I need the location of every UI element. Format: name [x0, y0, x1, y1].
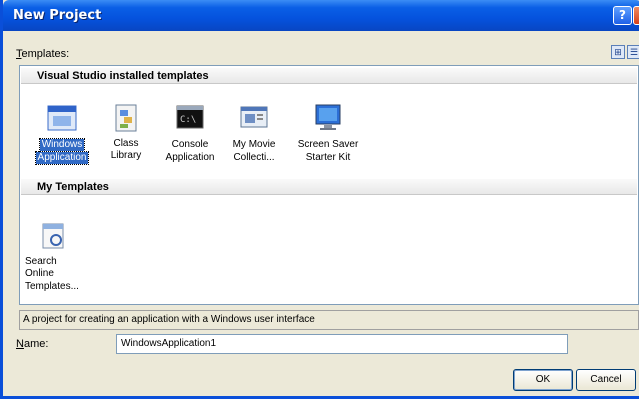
template-description: A project for creating an application wi…	[19, 310, 639, 330]
template-label-line2: Templates...	[25, 281, 79, 292]
class-library-icon	[110, 102, 142, 134]
close-button[interactable]: ×	[633, 6, 639, 25]
console-app-icon: C:\	[174, 102, 206, 134]
template-label-line1: Windows	[38, 138, 86, 152]
group-header-installed: Visual Studio installed templates	[21, 68, 637, 84]
large-icons-view-button[interactable]: ⊞	[611, 45, 625, 59]
template-screen-saver[interactable]: Screen Saver Starter Kit	[295, 102, 361, 164]
project-name-input[interactable]: WindowsApplication1	[116, 334, 568, 354]
template-class-library[interactable]: Class Library	[97, 102, 155, 162]
small-icons-view-button[interactable]: ☰	[627, 45, 639, 59]
name-label: Name:	[16, 338, 49, 350]
templates-list[interactable]: Visual Studio installed templates Window…	[19, 65, 639, 305]
window-title: New Project	[13, 8, 102, 23]
template-label-line1: Console	[171, 139, 209, 150]
svg-text:C:\: C:\	[180, 115, 196, 125]
search-online-icon	[37, 220, 69, 252]
templates-label: Templates:	[16, 48, 70, 60]
movie-collection-icon	[238, 102, 270, 134]
template-search-online[interactable]: Search Online Templates...	[23, 220, 89, 293]
template-label-line1: My Movie	[232, 139, 276, 150]
template-label-line2: Application	[34, 151, 90, 165]
template-label-line1: Search Online	[25, 256, 57, 279]
group-header-my-templates: My Templates	[21, 179, 637, 195]
template-label-line2: Starter Kit	[305, 152, 351, 163]
new-project-dialog: New Project ? × Templates: ⊞ ☰ Visual St…	[0, 0, 639, 399]
ok-button[interactable]: OK	[513, 369, 573, 391]
template-windows-application[interactable]: Windows Application	[33, 102, 91, 165]
template-label-line1: Class Library	[110, 138, 142, 161]
template-label-line2: Collecti...	[233, 152, 275, 163]
template-label-line1: Screen Saver	[297, 139, 359, 150]
template-my-movie-collection[interactable]: My Movie Collecti...	[225, 102, 283, 164]
screen-saver-icon	[312, 102, 344, 134]
help-button[interactable]: ?	[613, 6, 632, 25]
template-label-line2: Application	[165, 152, 215, 163]
title-bar[interactable]: New Project ? ×	[3, 0, 639, 31]
window-app-icon	[46, 102, 78, 134]
template-console-application[interactable]: C:\ Console Application	[161, 102, 219, 164]
cancel-button[interactable]: Cancel	[576, 369, 636, 391]
